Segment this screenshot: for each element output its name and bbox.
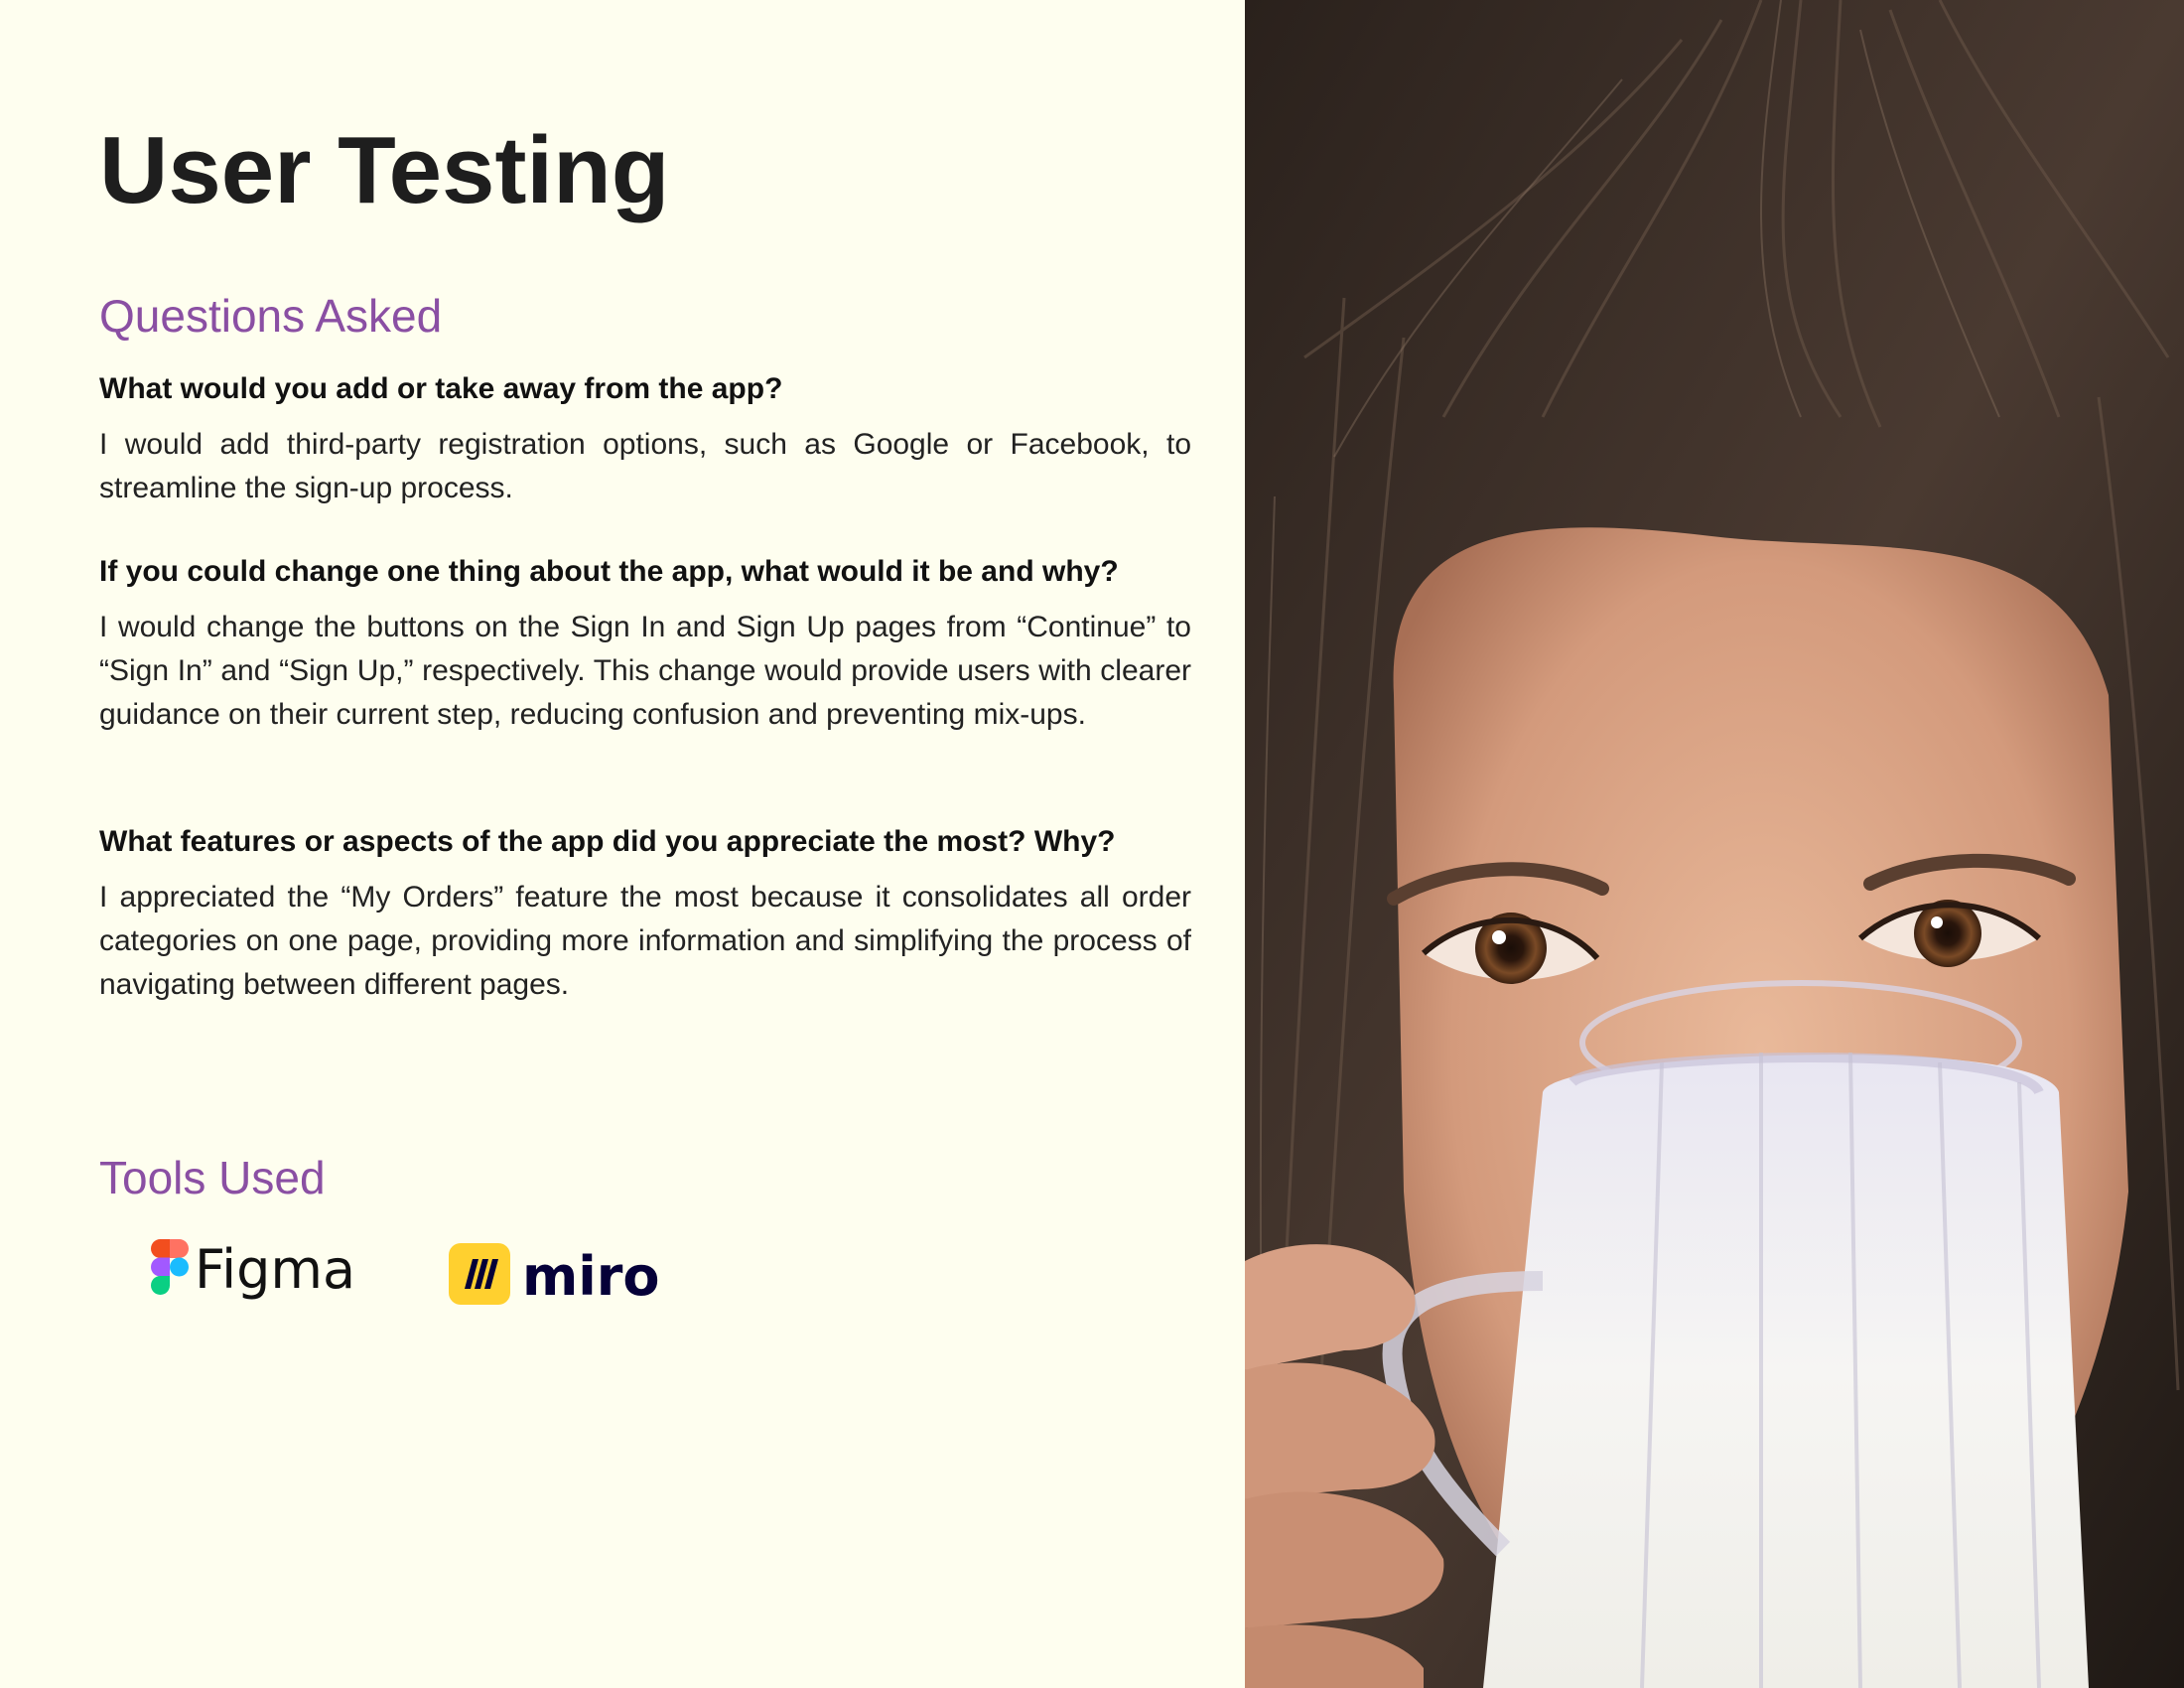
girl-drinking-milk-photo [1245,0,2184,1688]
question-3: What features or aspects of the app did … [99,825,1116,858]
qa-item-1: What would you add or take away from the… [99,369,1191,510]
question-1: What would you add or take away from the… [99,372,783,405]
qa-item-2: If you could change one thing about the … [99,552,1191,737]
miro-logo-icon [449,1243,510,1310]
question-2: If you could change one thing about the … [99,555,1119,588]
figma-label: Figma [195,1237,356,1301]
content-panel: User Testing Questions Asked What would … [0,0,1245,1688]
questions-heading: Questions Asked [99,290,443,342]
page-title: User Testing [99,117,670,223]
tools-heading: Tools Used [99,1152,326,1203]
figma-logo-icon [151,1239,189,1300]
qa-item-3: What features or aspects of the app did … [99,822,1191,1007]
miro-label: miro [522,1244,660,1308]
answer-1: I would add third-party registration opt… [99,428,1191,504]
tool-miro: miro [449,1243,660,1310]
tool-figma: Figma [151,1239,355,1300]
photo-illustration [1245,0,2184,1688]
answer-2: I would change the buttons on the Sign I… [99,611,1191,731]
answer-3: I appreciated the “My Orders” feature th… [99,881,1191,1001]
